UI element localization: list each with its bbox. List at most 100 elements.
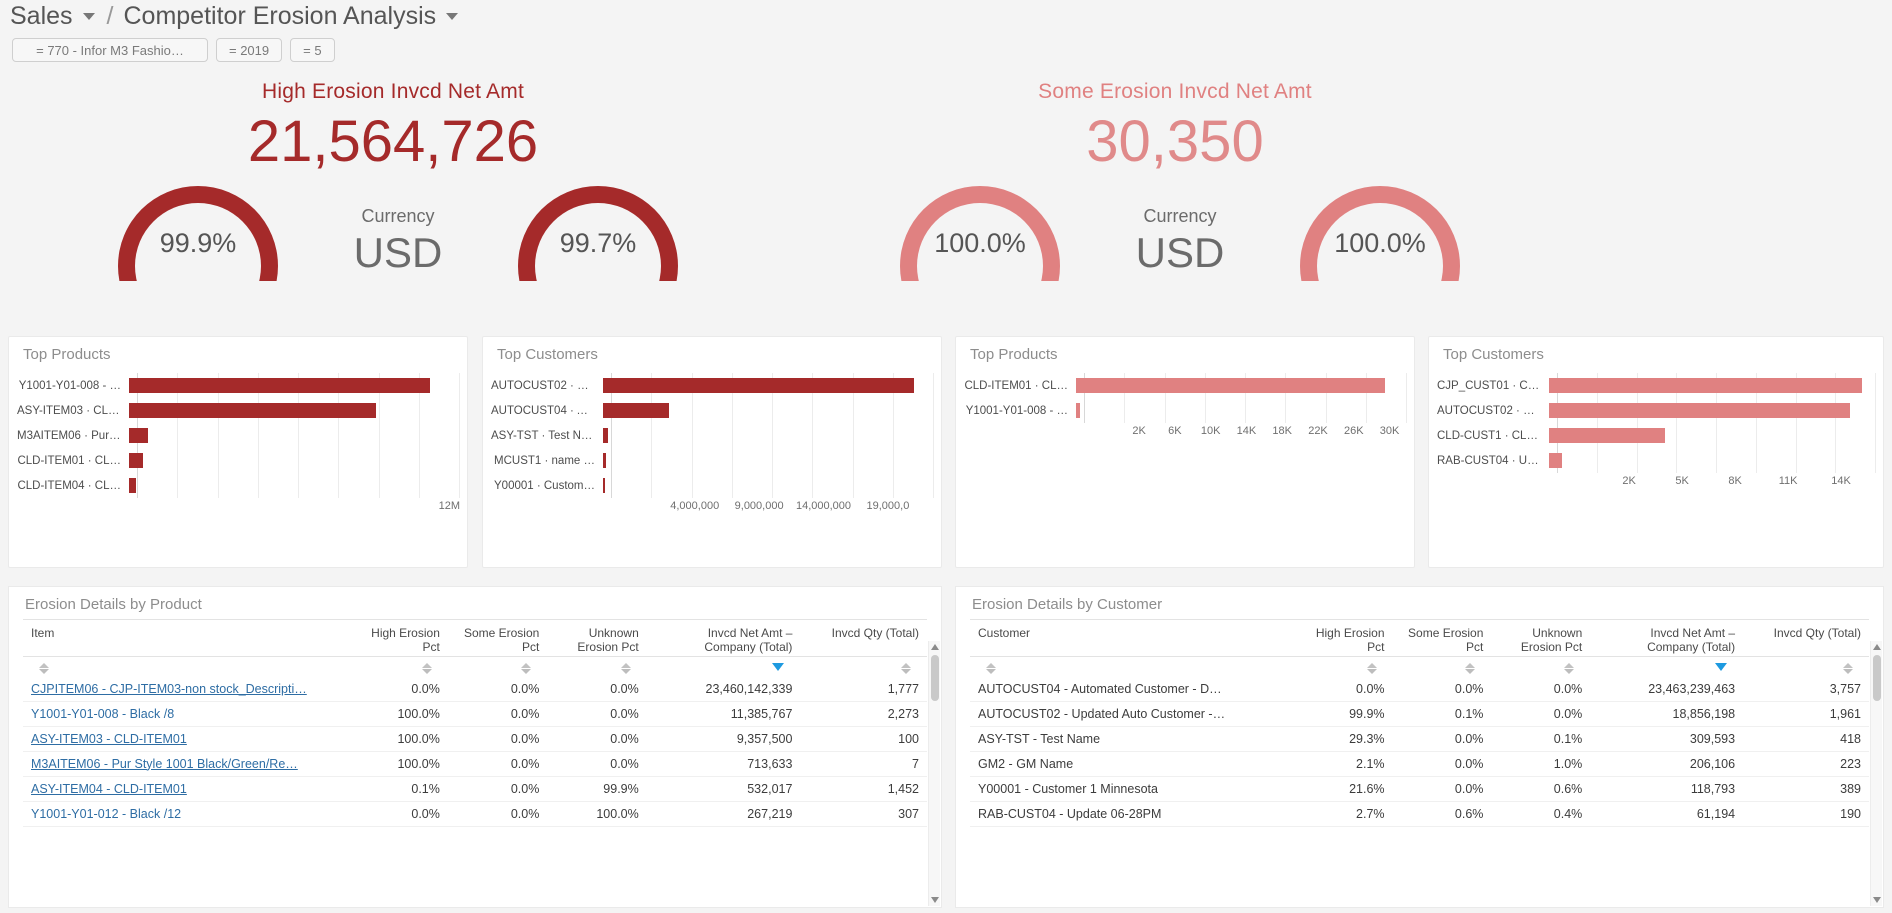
scroll-down-arrow-icon[interactable] xyxy=(931,897,939,903)
chart-bar[interactable] xyxy=(129,453,144,468)
chart-bar-row[interactable]: CLD-CUST1 · CLD-… xyxy=(1437,423,1875,448)
column-header-0[interactable]: Item xyxy=(23,619,349,657)
chart-bar[interactable] xyxy=(603,403,669,418)
chart-bar-row[interactable]: CLD-ITEM01 · CL… xyxy=(17,448,459,473)
breadcrumb-root[interactable]: Sales xyxy=(10,2,73,31)
row-link[interactable]: Y1001-Y01-008 - Black /8 xyxy=(31,707,174,721)
sort-descending-icon[interactable] xyxy=(1715,663,1728,671)
column-sort-2[interactable] xyxy=(447,656,548,677)
column-header-4[interactable]: Invcd Net Amt – Company (Total) xyxy=(646,619,801,657)
scroll-up-arrow-icon[interactable] xyxy=(931,644,939,650)
column-sort-0[interactable] xyxy=(23,656,349,677)
sort-toggle-icon[interactable] xyxy=(39,663,49,674)
chart-bar-row[interactable]: CLD-ITEM01 · CL… xyxy=(964,373,1406,398)
chart-bar[interactable] xyxy=(1549,428,1666,443)
column-header-3[interactable]: Unknown Erosion Pct xyxy=(1491,619,1591,657)
chart-bar-row[interactable]: CLD-ITEM04 · CL… xyxy=(17,473,459,498)
chart-bar-row[interactable]: Y1001-Y01-008 - … xyxy=(17,373,459,398)
chart-bar-row[interactable]: ASY-ITEM03 · CLD… xyxy=(17,398,459,423)
table-row[interactable]: ASY-TST - Test Name 29.3% 0.0% 0.1% 309,593 4… xyxy=(970,726,1869,752)
chart-bar-row[interactable]: Y00001 · Custom… xyxy=(491,473,933,498)
column-header-5[interactable]: Invcd Qty (Total) xyxy=(1743,619,1869,657)
column-header-3[interactable]: Unknown Erosion Pct xyxy=(547,619,647,657)
chart-bar[interactable] xyxy=(1076,378,1386,393)
column-sort-2[interactable] xyxy=(1392,656,1492,677)
chart-bar[interactable] xyxy=(603,478,605,493)
sort-toggle-icon[interactable] xyxy=(620,663,631,674)
filter-chip-period[interactable]: = 5 xyxy=(290,38,335,62)
column-header-4[interactable]: Invcd Net Amt – Company (Total) xyxy=(1590,619,1744,657)
column-header-2[interactable]: Some Erosion Pct xyxy=(447,619,548,657)
row-link[interactable]: GM2 - GM Name xyxy=(978,757,1073,771)
row-link[interactable]: Y00001 - Customer 1 Minnesota xyxy=(978,782,1158,796)
scrollbar-thumb[interactable] xyxy=(1873,655,1881,701)
column-sort-3[interactable] xyxy=(1491,656,1591,677)
column-sort-1[interactable] xyxy=(348,656,448,677)
table-row[interactable]: M3AITEM06 - Pur Style 1001 Black/Green/R… xyxy=(23,751,927,777)
sort-toggle-icon[interactable] xyxy=(421,663,432,674)
row-link[interactable]: ASY-ITEM03 - CLD-ITEM01 xyxy=(31,732,187,746)
chart-bar[interactable] xyxy=(129,478,137,493)
chart-bar-row[interactable]: AUTOCUST02 · U… xyxy=(1437,398,1875,423)
sort-toggle-icon[interactable] xyxy=(1465,663,1476,674)
chart-bar-row[interactable]: ASY-TST · Test Na… xyxy=(491,423,933,448)
breadcrumb-current[interactable]: Competitor Erosion Analysis xyxy=(124,2,437,31)
column-sort-5[interactable] xyxy=(800,656,927,677)
column-sort-0[interactable] xyxy=(970,656,1294,677)
chart-bar[interactable] xyxy=(603,428,609,443)
erosion-by-customer-table[interactable]: Customer High Erosion Pct Some Erosion Pct… xyxy=(970,619,1869,827)
scroll-down-arrow-icon[interactable] xyxy=(1873,897,1881,903)
row-link[interactable]: Y1001-Y01-012 - Black /12 xyxy=(31,807,181,821)
erosion-by-product-table[interactable]: Item High Erosion Pct Some Erosion Pct Unkn… xyxy=(23,619,927,827)
chart-bar[interactable] xyxy=(1549,378,1862,393)
row-link[interactable]: AUTOCUST04 - Automated Customer - D… xyxy=(978,682,1222,696)
column-header-0[interactable]: Customer xyxy=(970,619,1294,657)
table-row[interactable]: AUTOCUST04 - Automated Customer - D… 0.0%… xyxy=(970,676,1869,702)
chart-bar[interactable] xyxy=(603,453,607,468)
breadcrumb-current-chevron-down-icon[interactable] xyxy=(446,13,459,20)
breadcrumb-root-chevron-down-icon[interactable] xyxy=(82,13,95,20)
sort-descending-icon[interactable] xyxy=(772,663,785,671)
table-row[interactable]: CJPITEM06 - CJP-ITEM03-non stock_Descrip… xyxy=(23,676,927,702)
chart-bar-row[interactable]: AUTOCUST04 · A… xyxy=(491,398,933,423)
row-link[interactable]: RAB-CUST04 - Update 06-28PM xyxy=(978,807,1161,821)
column-sort-1[interactable] xyxy=(1293,656,1393,677)
chart-bar-row[interactable]: AUTOCUST02 · U… xyxy=(491,373,933,398)
chart-bar[interactable] xyxy=(129,403,377,418)
chart-bar[interactable] xyxy=(129,428,148,443)
chart-bar[interactable] xyxy=(603,378,915,393)
chart-bar-row[interactable]: CJP_CUST01 · CJP… xyxy=(1437,373,1875,398)
sort-toggle-icon[interactable] xyxy=(1366,663,1377,674)
table-row[interactable]: Y00001 - Customer 1 Minnesota 21.6% 0.0% 0.… xyxy=(970,776,1869,802)
table-row[interactable]: Y1001-Y01-012 - Black /12 0.0% 0.0% 100.0% 2… xyxy=(23,801,927,827)
row-link[interactable]: CJPITEM06 - CJP-ITEM03-non stock_Descrip… xyxy=(31,682,307,696)
chart-bar[interactable] xyxy=(129,378,430,393)
sort-toggle-icon[interactable] xyxy=(986,663,996,674)
chart-bar[interactable] xyxy=(1549,453,1563,468)
sort-toggle-icon[interactable] xyxy=(901,663,911,674)
row-link[interactable]: AUTOCUST02 - Updated Auto Customer -… xyxy=(978,707,1225,721)
column-sort-4[interactable] xyxy=(1590,656,1744,677)
sort-toggle-icon[interactable] xyxy=(521,663,532,674)
table-row[interactable]: Y1001-Y01-008 - Black /8 100.0% 0.0% 0.0% 11… xyxy=(23,701,927,727)
sort-toggle-icon[interactable] xyxy=(1843,663,1853,674)
table-row[interactable]: ASY-ITEM04 - CLD-ITEM01 0.1% 0.0% 99.9% 532,… xyxy=(23,776,927,802)
column-header-2[interactable]: Some Erosion Pct xyxy=(1392,619,1492,657)
table-scrollbar-customer[interactable] xyxy=(1870,641,1882,906)
table-row[interactable]: GM2 - GM Name 2.1% 0.0% 1.0% 206,106 223 xyxy=(970,751,1869,777)
filter-chip-company[interactable]: = 770 - Infor M3 Fashio… xyxy=(12,38,208,62)
row-link[interactable]: M3AITEM06 - Pur Style 1001 Black/Green/R… xyxy=(31,757,298,771)
column-header-1[interactable]: High Erosion Pct xyxy=(1293,619,1393,657)
column-sort-5[interactable] xyxy=(1743,656,1869,677)
column-sort-3[interactable] xyxy=(547,656,647,677)
chart-bar-row[interactable]: RAB-CUST04 · Up… xyxy=(1437,448,1875,473)
scroll-up-arrow-icon[interactable] xyxy=(1873,644,1881,650)
filter-chip-year[interactable]: = 2019 xyxy=(216,38,283,62)
chart-bar[interactable] xyxy=(1549,403,1851,418)
column-header-5[interactable]: Invcd Qty (Total) xyxy=(800,619,927,657)
chart-bar-row[interactable]: M3AITEM06 · Pur … xyxy=(17,423,459,448)
row-link[interactable]: ASY-TST - Test Name xyxy=(978,732,1100,746)
chart-bar-row[interactable]: MCUST1 · name … xyxy=(491,448,933,473)
table-scrollbar-product[interactable] xyxy=(928,641,940,906)
sort-toggle-icon[interactable] xyxy=(1564,663,1575,674)
